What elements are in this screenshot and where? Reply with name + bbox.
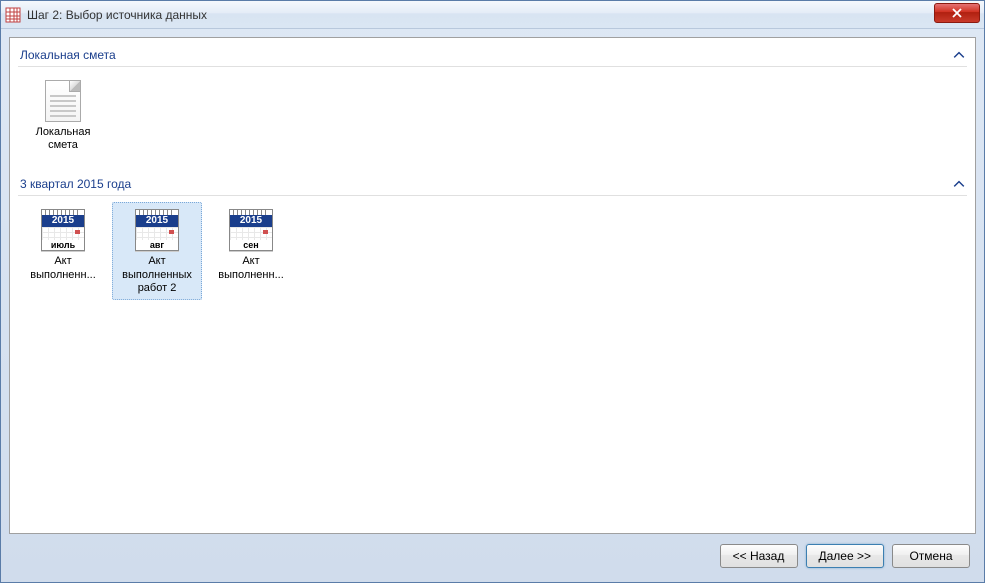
calendar-month: июль xyxy=(42,240,84,250)
calendar-month: авг xyxy=(136,240,178,250)
calendar-icon: 2015 июль xyxy=(21,207,105,253)
file-label: Акт выполненн... xyxy=(21,255,105,281)
calendar-month: сен xyxy=(230,240,272,250)
section-items-quarter: 2015 июль Акт выполненн... 2015 авг xyxy=(18,202,967,300)
file-label: Акт выполненн... xyxy=(209,255,293,281)
chevron-up-icon xyxy=(953,49,965,61)
section-title: Локальная смета xyxy=(20,48,953,62)
calendar-year: 2015 xyxy=(42,215,84,227)
calendar-year: 2015 xyxy=(230,215,272,227)
file-label: Локальная смета xyxy=(21,126,105,152)
calendar-year: 2015 xyxy=(136,215,178,227)
document-icon xyxy=(21,78,105,124)
wizard-window: Шаг 2: Выбор источника данных Локальная … xyxy=(0,0,985,583)
section-title: 3 квартал 2015 года xyxy=(20,177,953,191)
section-header-local-estimate[interactable]: Локальная смета xyxy=(18,44,967,67)
close-button[interactable] xyxy=(934,3,980,23)
next-button[interactable]: Далее >> xyxy=(806,544,885,568)
cancel-button[interactable]: Отмена xyxy=(892,544,970,568)
file-item-act-august[interactable]: 2015 авг Акт выполненных работ 2 xyxy=(112,202,202,300)
app-icon xyxy=(5,7,21,23)
calendar-icon: 2015 авг xyxy=(115,207,199,253)
client-area: Локальная смета Локальная смета 3 кварта… xyxy=(1,29,984,582)
section-items-local-estimate: Локальная смета xyxy=(18,73,967,157)
titlebar: Шаг 2: Выбор источника данных xyxy=(1,1,984,29)
file-label: Акт выполненных работ 2 xyxy=(115,255,199,295)
back-button[interactable]: << Назад xyxy=(720,544,798,568)
chevron-up-icon xyxy=(953,178,965,190)
file-item-act-july[interactable]: 2015 июль Акт выполненн... xyxy=(18,202,108,300)
window-title: Шаг 2: Выбор источника данных xyxy=(27,8,934,22)
calendar-icon: 2015 сен xyxy=(209,207,293,253)
file-item-local-estimate[interactable]: Локальная смета xyxy=(18,73,108,157)
button-bar: << Назад Далее >> Отмена xyxy=(9,534,976,574)
close-icon xyxy=(952,8,962,18)
content-panel: Локальная смета Локальная смета 3 кварта… xyxy=(9,37,976,534)
file-item-act-september[interactable]: 2015 сен Акт выполненн... xyxy=(206,202,296,300)
section-header-quarter[interactable]: 3 квартал 2015 года xyxy=(18,173,967,196)
